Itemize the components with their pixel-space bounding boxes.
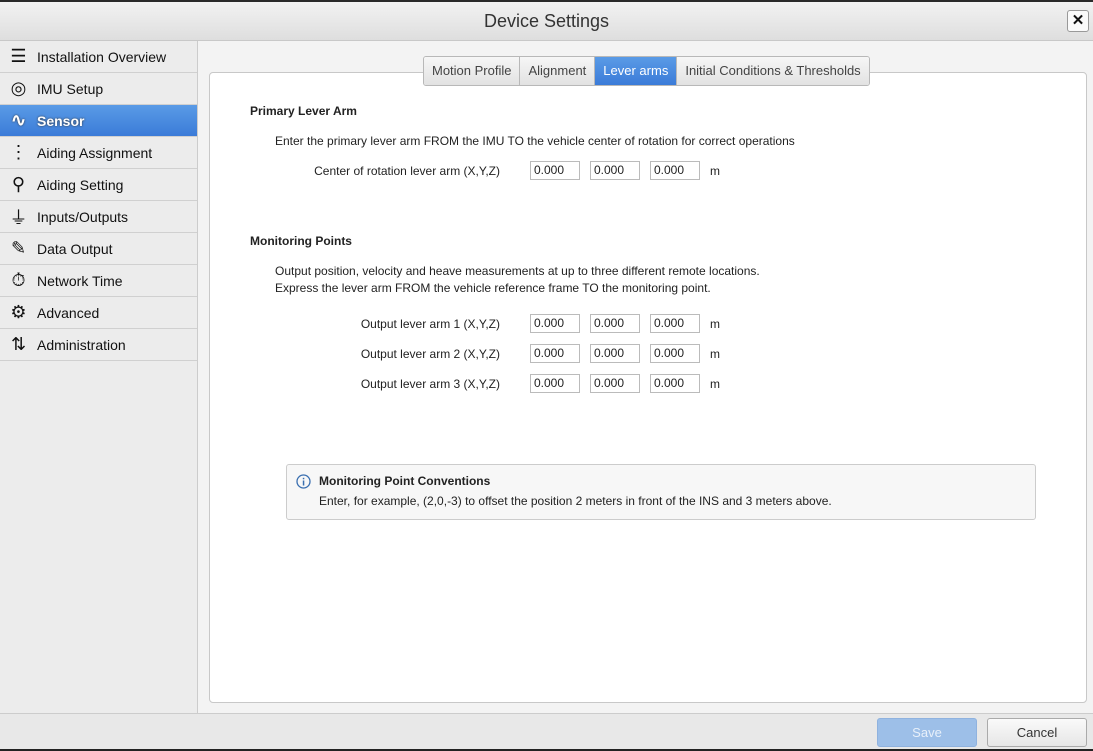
sidebar-item-label: Network Time	[37, 272, 123, 289]
output-lever-arm-1-x-input[interactable]: 0.000	[530, 314, 580, 333]
sidebar-item-sensor[interactable]: ∿ Sensor	[0, 105, 197, 137]
sidebar-item-imu-setup[interactable]: ◎ IMU Setup	[0, 73, 197, 105]
info-icon	[296, 474, 311, 489]
checklist-icon: ☰	[10, 46, 27, 66]
tab-initial-conditions[interactable]: Initial Conditions & Thresholds	[677, 57, 869, 85]
gear-icon: ⚙	[10, 302, 27, 322]
output-lever-arm-2-z-input[interactable]: 0.000	[650, 344, 700, 363]
sidebar-item-label: Advanced	[37, 304, 100, 321]
center-rotation-label: Center of rotation lever arm (X,Y,Z)	[314, 164, 500, 178]
stopwatch-icon: ⏱	[11, 270, 26, 290]
monitoring-description: Output position, velocity and heave meas…	[275, 264, 760, 278]
info-box: Monitoring Point Conventions Enter, for …	[286, 464, 1036, 520]
sidebar-item-installation-overview[interactable]: ☰ Installation Overview	[0, 41, 197, 73]
sidebar-item-label: Administration	[37, 336, 126, 353]
output-lever-arm-label: Output lever arm 3 (X,Y,Z)	[360, 377, 500, 391]
primary-heading: Primary Lever Arm	[250, 104, 357, 118]
main-content: Motion Profile Alignment Lever arms Init…	[198, 41, 1093, 713]
output-lever-arm-1-y-input[interactable]: 0.000	[590, 314, 640, 333]
unit-label: m	[710, 347, 720, 361]
unit-label: m	[710, 164, 720, 178]
center-rotation-x-input[interactable]: 0.000	[530, 161, 580, 180]
footer: Save Cancel	[0, 713, 1093, 751]
sidebar-item-label: Aiding Assignment	[37, 144, 153, 161]
sidebar: ☰ Installation Overview ◎ IMU Setup ∿ Senso…	[0, 41, 198, 713]
unit-label: m	[710, 317, 720, 331]
window-title: Device Settings	[483, 11, 610, 31]
sidebar-item-aiding-assignment[interactable]: ⋮ Aiding Assignment	[0, 137, 197, 169]
output-lever-arm-2-y-input[interactable]: 0.000	[590, 344, 640, 363]
output-lever-arm-3-z-input[interactable]: 0.000	[650, 374, 700, 393]
sidebar-item-label: IMU Setup	[37, 80, 104, 97]
sidebar-item-label: Installation Overview	[37, 48, 167, 65]
title-bar: Device Settings ✕	[0, 0, 1093, 41]
plug-icon: ⏚	[9, 207, 28, 228]
waveform-icon: ∿	[10, 110, 27, 130]
sidebar-item-advanced[interactable]: ⚙ Advanced	[0, 297, 197, 329]
center-rotation-y-input[interactable]: 0.000	[590, 161, 640, 180]
monitoring-heading: Monitoring Points	[250, 234, 352, 248]
sidebar-item-label: Data Output	[37, 240, 113, 257]
sidebar-item-inputs-outputs[interactable]: ⏚ Inputs/Outputs	[0, 201, 197, 233]
sidebar-item-administration[interactable]: ⇅ Administration	[0, 329, 197, 361]
sidebar-item-label: Aiding Setting	[37, 176, 124, 193]
monitoring-description-2: Express the lever arm FROM the vehicle r…	[275, 281, 711, 295]
output-lever-arm-label: Output lever arm 1 (X,Y,Z)	[360, 317, 500, 331]
location-pin-icon: ⚲	[11, 174, 26, 194]
tab-motion-profile[interactable]: Motion Profile	[424, 57, 521, 85]
close-button[interactable]: ✕	[1067, 10, 1089, 32]
arrows-icon: ⇅	[10, 334, 27, 354]
center-rotation-z-input[interactable]: 0.000	[650, 161, 700, 180]
sidebar-item-label: Inputs/Outputs	[37, 208, 129, 225]
output-lever-arm-2-x-input[interactable]: 0.000	[530, 344, 580, 363]
output-lever-arm-label: Output lever arm 2 (X,Y,Z)	[360, 347, 500, 361]
output-lever-arm-1-z-input[interactable]: 0.000	[650, 314, 700, 333]
output-lever-arm-3-y-input[interactable]: 0.000	[590, 374, 640, 393]
document-pen-icon: ✎	[10, 238, 27, 258]
output-lever-arm-3-x-input[interactable]: 0.000	[530, 374, 580, 393]
cancel-button[interactable]: Cancel	[987, 718, 1087, 747]
info-title: Monitoring Point Conventions	[319, 474, 491, 488]
imu-icon: ◎	[10, 78, 27, 98]
sidebar-item-aiding-setting[interactable]: ⚲ Aiding Setting	[0, 169, 197, 201]
lever-arms-panel: Primary Lever Arm Enter the primary leve…	[209, 72, 1087, 703]
info-text: Enter, for example, (2,0,-3) to offset t…	[319, 494, 832, 508]
save-button[interactable]: Save	[877, 718, 977, 747]
tab-bar: Motion Profile Alignment Lever arms Init…	[423, 56, 870, 86]
close-icon: ✕	[1071, 12, 1085, 29]
sidebar-item-label: Sensor	[37, 112, 85, 129]
tab-lever-arms[interactable]: Lever arms	[595, 57, 678, 85]
primary-description: Enter the primary lever arm FROM the IMU…	[275, 134, 795, 148]
unit-label: m	[710, 377, 720, 391]
sidebar-item-network-time[interactable]: ⏱ Network Time	[0, 265, 197, 297]
tab-alignment[interactable]: Alignment	[520, 57, 596, 85]
tree-icon: ⋮	[9, 142, 28, 162]
sidebar-item-data-output[interactable]: ✎ Data Output	[0, 233, 197, 265]
